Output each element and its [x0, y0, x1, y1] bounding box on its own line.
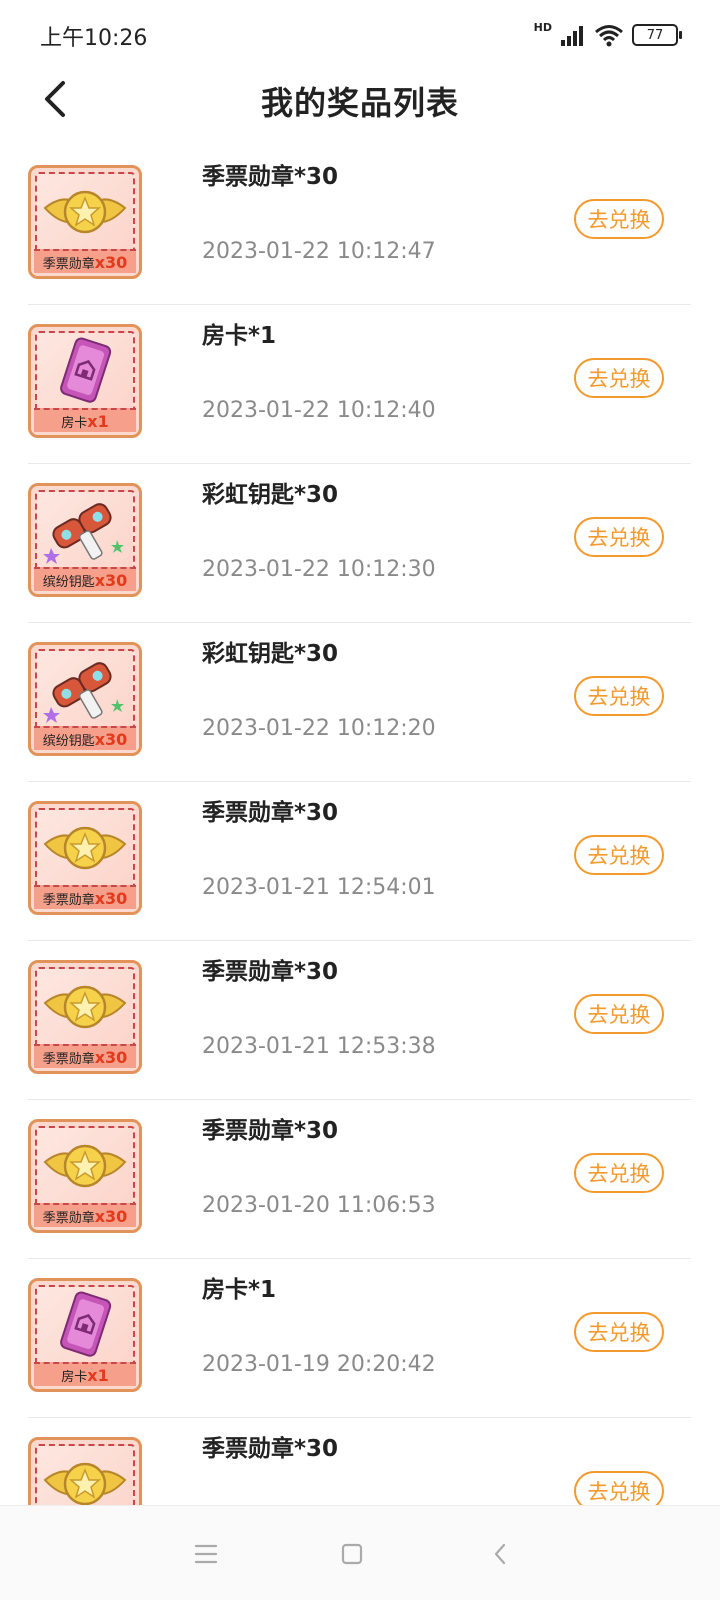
- redeem-button[interactable]: 去兑换: [574, 1471, 664, 1505]
- card-icon: [41, 337, 129, 407]
- redeem-button[interactable]: 去兑换: [574, 517, 664, 557]
- page-title: 我的奖品列表: [260, 84, 459, 122]
- list-item[interactable]: 季票勋章 x30 季票勋章*30 2023-01-21 12:54:01 去兑换: [28, 779, 691, 941]
- prize-time: 2023-01-22 10:12:40: [202, 398, 436, 423]
- prize-name: 房卡*1: [202, 1277, 277, 1303]
- thumbnail-label-text: 缤纷钥匙: [42, 733, 95, 749]
- thumbnail-label-text: 季票勋章: [42, 1210, 95, 1226]
- prize-thumbnail: 季票勋章x30: [28, 1119, 142, 1233]
- thumbnail-qty: x30: [94, 729, 128, 749]
- medal-icon: [41, 973, 129, 1043]
- list-item[interactable]: 房卡 x1 房卡*1 2023-01-22 10:12:40 去兑换: [28, 302, 691, 464]
- prize-time: 2023-01-22 10:12:30: [202, 557, 436, 582]
- system-nav-bar: [0, 1505, 720, 1600]
- prize-time: 2023-01-20 11:06:53: [202, 1193, 436, 1218]
- prize-name: 季票勋章*30: [202, 959, 339, 985]
- thumbnail-label-text: 季票勋章: [42, 892, 95, 908]
- redeem-button[interactable]: 去兑换: [574, 1153, 664, 1193]
- thumbnail-label: 房卡 x1: [34, 1362, 136, 1386]
- thumbnail-qty: x30: [94, 252, 128, 272]
- battery-level: 77: [646, 27, 664, 43]
- header: 我的奖品列表: [0, 68, 720, 130]
- thumbnail-qty: x30: [94, 888, 128, 908]
- redeem-button[interactable]: 去兑换: [574, 1312, 664, 1352]
- thumbnail-qty: x30: [94, 1206, 128, 1226]
- prize-thumbnail: 季票勋章x30: [28, 960, 142, 1074]
- prize-time: 2023-01-22 10:12:47: [202, 239, 436, 264]
- thumbnail-label: 季票勋章 x30: [34, 885, 136, 909]
- thumbnail-qty: x1: [87, 411, 109, 431]
- thumbnail-qty: x1: [87, 1365, 109, 1385]
- prize-thumbnail: 季票勋章x30: [28, 165, 142, 279]
- redeem-button[interactable]: 去兑换: [574, 994, 664, 1034]
- prize-time: 2023-01-22 10:12:20: [202, 716, 436, 741]
- thumbnail-label-text: 季票勋章: [42, 256, 95, 272]
- redeem-button[interactable]: 去兑换: [574, 199, 664, 239]
- prize-name: 彩虹钥匙*30: [202, 641, 339, 667]
- list-item[interactable]: 缤纷钥匙 x30 彩虹钥匙*30 2023-01-22 10:12:30 去兑换: [28, 461, 691, 623]
- thumbnail-label-text: 房卡: [61, 1369, 88, 1385]
- home-button[interactable]: [332, 1534, 372, 1574]
- status-time: 上午10:26: [40, 26, 148, 51]
- prize-name: 季票勋章*30: [202, 164, 339, 190]
- thumbnail-label: 缤纷钥匙 x30: [34, 567, 136, 591]
- hd-label: HD: [533, 20, 552, 34]
- list-item[interactable]: 季票勋章 x30 季票勋章*30 2023-01-22 10:12:47 去兑换: [28, 143, 691, 305]
- battery-icon: 77: [632, 24, 682, 46]
- prize-name: 房卡*1: [202, 323, 277, 349]
- status-bar: 上午10:26 HD 77: [0, 0, 720, 68]
- key-icon: [41, 496, 129, 566]
- medal-icon: [41, 1450, 129, 1505]
- list-item[interactable]: 季票勋章x30 季票勋章*30 去兑换: [28, 1415, 691, 1505]
- thumbnail-label: 季票勋章 x30: [34, 1203, 136, 1227]
- prize-time: 2023-01-21 12:53:38: [202, 1034, 436, 1059]
- thumbnail-label-text: 缤纷钥匙: [42, 574, 95, 590]
- prize-time: 2023-01-21 12:54:01: [202, 875, 436, 900]
- system-back-button[interactable]: [480, 1534, 520, 1574]
- prize-name: 季票勋章*30: [202, 1436, 339, 1462]
- home-square-icon: [341, 1543, 363, 1565]
- prize-name: 季票勋章*30: [202, 800, 339, 826]
- list-item[interactable]: 季票勋章 x30 季票勋章*30 2023-01-20 11:06:53 去兑换: [28, 1097, 691, 1259]
- thumbnail-label: 季票勋章 x30: [34, 1044, 136, 1068]
- menu-icon: [194, 1544, 218, 1564]
- thumbnail-qty: x30: [94, 570, 128, 590]
- status-icons: HD 77: [533, 20, 682, 50]
- thumbnail-label: 缤纷钥匙 x30: [34, 726, 136, 750]
- thumbnail-label-text: 季票勋章: [42, 1051, 95, 1067]
- prize-thumbnail: 缤纷钥匙 x30: [28, 483, 142, 597]
- list-item[interactable]: 房卡 x1 房卡*1 2023-01-19 20:20:42 去兑换: [28, 1256, 691, 1418]
- prize-thumbnail: 房卡 x1: [28, 1278, 142, 1392]
- signal-icon: [561, 26, 583, 46]
- back-icon: [494, 1543, 506, 1565]
- medal-icon: [41, 814, 129, 884]
- prize-thumbnail: 季票勋章x30: [28, 801, 142, 915]
- prize-thumbnail: 房卡 x1: [28, 324, 142, 438]
- recent-apps-button[interactable]: [186, 1534, 226, 1574]
- thumbnail-qty: x30: [94, 1047, 128, 1067]
- medal-icon: [41, 178, 129, 248]
- thumbnail-label-text: 房卡: [61, 415, 88, 431]
- card-icon: [41, 1291, 129, 1361]
- prize-list[interactable]: 季票勋章 x30 季票勋章*30 2023-01-22 10:12:47 去兑换 房卡 x1…: [0, 143, 720, 1505]
- list-item[interactable]: 缤纷钥匙 x30 彩虹钥匙*30 2023-01-22 10:12:20 去兑换: [28, 620, 691, 782]
- wifi-icon: [595, 25, 623, 47]
- prize-time: 2023-01-19 20:20:42: [202, 1352, 436, 1377]
- prize-name: 季票勋章*30: [202, 1118, 339, 1144]
- thumbnail-label: 房卡 x1: [34, 408, 136, 432]
- prize-name: 彩虹钥匙*30: [202, 482, 339, 508]
- prize-thumbnail: 季票勋章x30: [28, 1437, 142, 1505]
- redeem-button[interactable]: 去兑换: [574, 358, 664, 398]
- key-icon: [41, 655, 129, 725]
- thumbnail-label: 季票勋章 x30: [34, 249, 136, 273]
- list-item[interactable]: 季票勋章 x30 季票勋章*30 2023-01-21 12:53:38 去兑换: [28, 938, 691, 1100]
- redeem-button[interactable]: 去兑换: [574, 676, 664, 716]
- prize-thumbnail: 缤纷钥匙 x30: [28, 642, 142, 756]
- redeem-button[interactable]: 去兑换: [574, 835, 664, 875]
- medal-icon: [41, 1132, 129, 1202]
